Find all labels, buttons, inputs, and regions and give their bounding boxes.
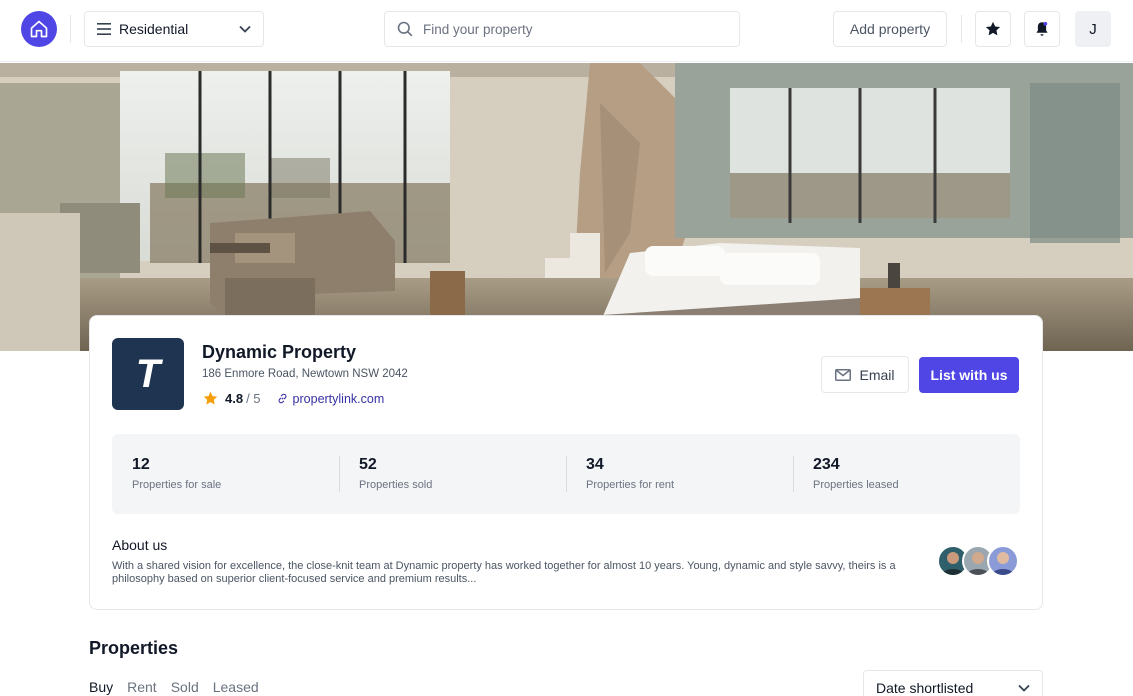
category-select[interactable]: Residential	[84, 11, 264, 47]
tab-sold[interactable]: Sold	[171, 679, 199, 695]
property-tabs: Buy Rent Sold Leased	[89, 679, 273, 695]
agency-logo: T	[112, 338, 184, 410]
add-property-button[interactable]: Add property	[833, 11, 947, 47]
stat-for-rent: 34 Properties for rent	[566, 456, 793, 492]
stat-label: Properties for sale	[132, 479, 222, 491]
sort-select[interactable]: Date shortlisted	[863, 670, 1043, 696]
chevron-down-icon	[239, 25, 251, 33]
person-icon	[992, 552, 1014, 575]
stat-leased: 234 Properties leased	[793, 456, 1020, 492]
home-button[interactable]	[21, 11, 57, 47]
stat-label: Properties sold	[359, 479, 433, 491]
team-avatars[interactable]	[937, 545, 1019, 577]
search-input[interactable]	[423, 21, 713, 37]
user-avatar-button[interactable]: J	[1075, 11, 1111, 47]
about-text: With a shared vision for excellence, the…	[112, 560, 896, 585]
star-icon	[985, 21, 1001, 36]
stat-for-sale: 12 Properties for sale	[112, 456, 339, 492]
mail-icon	[835, 368, 852, 381]
email-button[interactable]: Email	[821, 356, 909, 393]
email-button-label: Email	[859, 366, 895, 383]
star-icon	[203, 391, 218, 405]
stat-sold: 52 Properties sold	[339, 456, 566, 492]
agency-name: Dynamic Property	[202, 342, 357, 362]
hero-image	[0, 63, 1133, 351]
divider	[70, 15, 71, 43]
bell-icon	[1036, 21, 1048, 36]
tab-rent[interactable]: Rent	[127, 679, 157, 695]
stat-value: 12	[132, 456, 150, 473]
website-link[interactable]: propertylink.com	[277, 391, 385, 406]
tab-buy[interactable]: Buy	[89, 679, 113, 695]
about-title: About us	[112, 537, 168, 553]
search-bar[interactable]	[384, 11, 740, 47]
stat-label: Properties for rent	[586, 479, 675, 491]
list-with-us-button[interactable]: List with us	[919, 357, 1019, 393]
search-icon	[397, 21, 413, 37]
properties-title: Properties	[89, 638, 179, 658]
rating-value: 4.8	[225, 391, 244, 406]
rating-max: / 5	[246, 391, 261, 406]
category-label: Residential	[119, 21, 189, 37]
agency-meta: 4.8 / 5 propertylink.com	[202, 390, 384, 407]
stat-value: 52	[359, 456, 377, 473]
link-icon	[278, 393, 286, 404]
website-text: propertylink.com	[292, 391, 385, 406]
notifications-button[interactable]	[1024, 11, 1060, 47]
stats-panel: 12 Properties for sale 52 Properties sol…	[112, 434, 1020, 514]
agency-address: 186 Enmore Road, Newtown NSW 2042	[202, 368, 408, 380]
living-room-illustration	[0, 63, 1133, 351]
menu-icon	[97, 23, 111, 35]
agency-profile-card: T Dynamic Property 186 Enmore Road, Newt…	[89, 315, 1043, 610]
stat-label: Properties leased	[813, 479, 899, 491]
chevron-down-icon	[1018, 684, 1030, 692]
tab-leased[interactable]: Leased	[213, 679, 259, 695]
top-navigation-bar: Residential Add property J	[0, 0, 1133, 62]
stat-value: 34	[586, 456, 604, 473]
sort-label: Date shortlisted	[876, 680, 974, 696]
stat-value: 234	[813, 456, 840, 473]
divider	[961, 15, 962, 43]
team-member-avatar[interactable]	[987, 545, 1019, 577]
home-icon	[30, 20, 48, 38]
favorites-button[interactable]	[975, 11, 1011, 47]
